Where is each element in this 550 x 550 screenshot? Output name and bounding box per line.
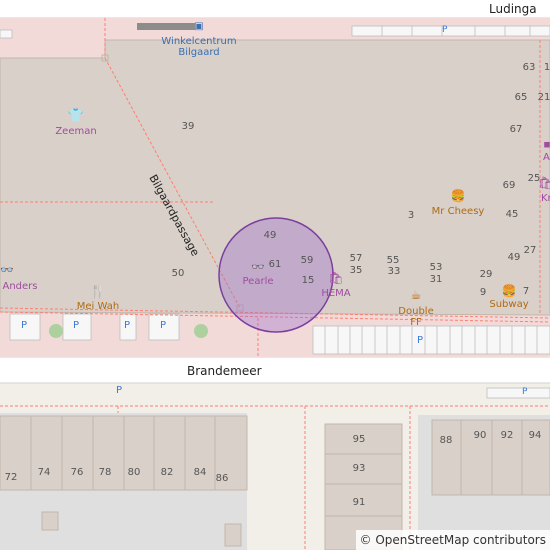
house-number: 33 xyxy=(387,266,401,277)
poi-zeeman[interactable]: Zeeman xyxy=(55,127,96,137)
house-number: 84 xyxy=(193,467,207,478)
house-number: 80 xyxy=(127,467,141,478)
house-number: 65 xyxy=(514,92,528,103)
parking-icon[interactable]: P xyxy=(73,321,79,331)
house-number: 69 xyxy=(502,180,516,191)
poi-anders[interactable]: Anders xyxy=(3,282,38,292)
parking-icon[interactable]: P xyxy=(522,388,527,397)
fast-food-icon-subway[interactable]: 🍔 xyxy=(502,285,517,297)
bus-stop-platform xyxy=(137,23,195,30)
house-number: 93 xyxy=(352,463,366,474)
house-number: 78 xyxy=(98,467,112,478)
house-number: 74 xyxy=(37,467,51,478)
house-number: 53 xyxy=(429,262,443,273)
map-view[interactable]: Ludinga Brandemeer Bilgaardpassage ▣ Win… xyxy=(0,0,550,550)
poi-double-ff[interactable]: Double FF xyxy=(398,306,433,328)
house-number: 67 xyxy=(509,124,523,135)
house-number: 49 xyxy=(263,230,277,241)
poi-kruidvat[interactable]: Krui xyxy=(541,194,550,204)
place-label-winkelcentrum: Winkelcentrum Bilgaard xyxy=(161,36,237,58)
street-label-ludinga: Ludinga xyxy=(489,2,537,16)
parking-icon[interactable]: P xyxy=(442,26,447,35)
restaurant-icon[interactable]: 🍴 xyxy=(90,286,106,299)
house-number: 92 xyxy=(500,430,514,441)
cafe-icon[interactable]: ☕ xyxy=(411,289,422,301)
clothes-shop-icon[interactable]: 👕 xyxy=(68,110,84,123)
house-number: 3 xyxy=(407,210,415,221)
house-number: 57 xyxy=(349,253,363,264)
house-number: 50 xyxy=(171,268,185,279)
department-store-icon[interactable]: 🛍 xyxy=(328,272,343,284)
poi-subway[interactable]: Subway xyxy=(489,300,528,310)
parking-icon[interactable]: P xyxy=(116,386,122,396)
house-number: 91 xyxy=(352,497,366,508)
poi-a-store[interactable]: A xyxy=(543,153,550,163)
house-number: 9 xyxy=(479,287,487,298)
house-number: 21 xyxy=(537,92,550,103)
bus-stop-icon[interactable]: ▣ xyxy=(194,22,203,32)
shop-icon[interactable]: ▪ xyxy=(543,139,550,150)
house-number: 95 xyxy=(352,434,366,445)
house-number: 61 xyxy=(268,259,282,270)
house-number: 90 xyxy=(473,430,487,441)
fast-food-icon[interactable]: 🍔 xyxy=(451,190,466,202)
house-number: 27 xyxy=(523,245,537,256)
house-number: 55 xyxy=(386,255,400,266)
house-number: 45 xyxy=(505,209,519,220)
house-number: 94 xyxy=(528,430,542,441)
optician-icon[interactable]: 👓 xyxy=(0,265,14,276)
parking-icon[interactable]: P xyxy=(21,321,27,331)
parking-bottom xyxy=(312,325,550,355)
house-number: 35 xyxy=(349,265,363,276)
house-number: 29 xyxy=(479,269,493,280)
map-attribution[interactable]: © OpenStreetMap contributors xyxy=(355,530,550,550)
parking-icon[interactable]: P xyxy=(160,321,166,331)
poi-mei-wah[interactable]: Mei Wah xyxy=(77,302,119,312)
street-label-brandemeer: Brandemeer xyxy=(187,364,262,378)
house-number: 88 xyxy=(439,435,453,446)
road-ludinga xyxy=(0,0,550,18)
poi-mr-cheesy[interactable]: Mr Cheesy xyxy=(432,207,485,217)
optician-icon-pearle[interactable]: 👓 xyxy=(251,262,265,273)
house-number: 86 xyxy=(215,473,229,484)
poi-pearle[interactable]: Pearle xyxy=(243,277,274,287)
house-number: 59 xyxy=(300,255,314,266)
house-number: 76 xyxy=(70,467,84,478)
house-number: 1 xyxy=(543,62,550,73)
house-number: 25 xyxy=(527,173,541,184)
parking-icon[interactable]: P xyxy=(417,336,423,346)
parking-icon[interactable]: P xyxy=(124,321,130,331)
house-number: 7 xyxy=(522,286,530,297)
poi-hema[interactable]: HEMA xyxy=(321,289,350,299)
house-number: 39 xyxy=(181,121,195,132)
house-number: 15 xyxy=(301,275,315,286)
house-number: 31 xyxy=(429,274,443,285)
house-number: 72 xyxy=(4,472,18,483)
road-brandemeer xyxy=(0,357,550,383)
house-number: 82 xyxy=(160,467,174,478)
house-number: 49 xyxy=(507,252,521,263)
house-number: 63 xyxy=(522,62,536,73)
